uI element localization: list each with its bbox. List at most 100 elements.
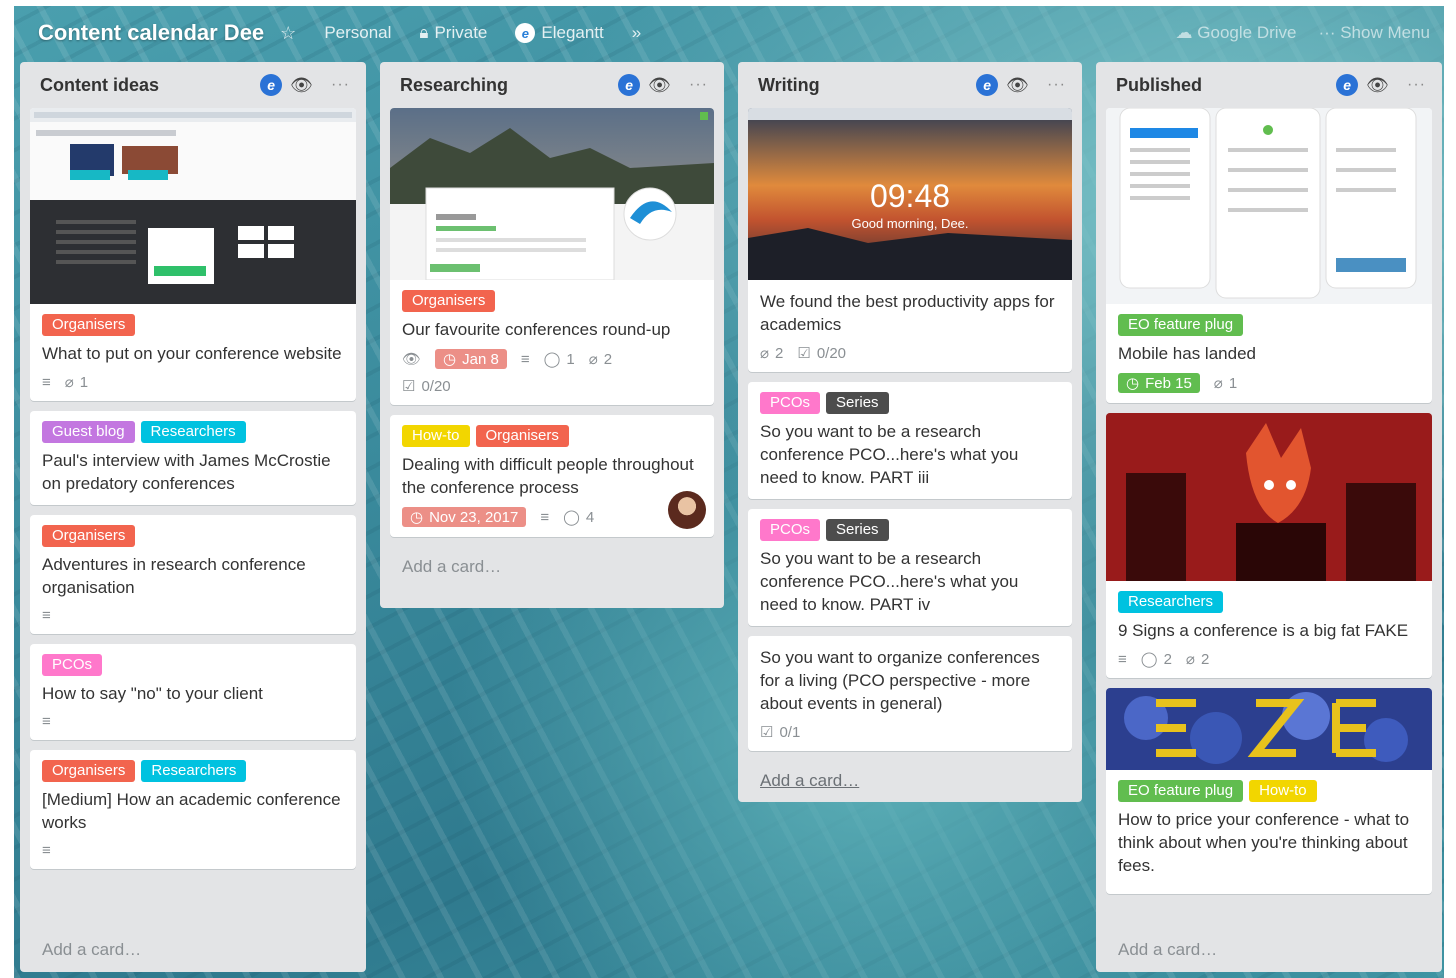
attachment-count: 2 xyxy=(775,344,784,362)
label-organisers: Organisers xyxy=(42,760,136,782)
list-published: Published e 👁︎ ··· EO feature plug Mobil… xyxy=(1096,62,1442,972)
description-icon: ≡ xyxy=(540,508,550,526)
visibility-button[interactable]: 🔒︎ Private xyxy=(419,23,487,43)
list-menu-icon[interactable]: ··· xyxy=(331,76,350,94)
comments-badge: ◯ 1 xyxy=(543,350,575,369)
description-icon: ≡ xyxy=(42,842,51,859)
checklist-badge: ☑ 0/20 xyxy=(797,344,847,363)
card[interactable]: PCOs Series So you want to be a research… xyxy=(748,382,1072,499)
comments-badge: ◯ 4 xyxy=(563,508,594,527)
elegantt-icon[interactable]: e xyxy=(976,74,999,96)
card-title: Dealing with difficult people throughout… xyxy=(402,455,694,497)
list-menu-icon[interactable]: ··· xyxy=(1407,76,1426,94)
lock-icon: 🔒︎ xyxy=(419,23,429,42)
paperclip-icon: ⌀ xyxy=(760,345,770,362)
add-card-button[interactable]: Add a card… xyxy=(390,547,714,589)
card[interactable]: EO feature plug Mobile has landed ◷ Feb 1… xyxy=(1106,108,1432,403)
elegantt-icon[interactable]: e xyxy=(1336,74,1359,96)
list-writing: Writing e 👁︎ ··· 09:48 Good morning, Dee… xyxy=(738,62,1082,802)
label-how-to: How-to xyxy=(402,425,470,447)
checkbox-icon: ☑ xyxy=(797,345,811,362)
label-researchers: Researchers xyxy=(141,760,247,782)
cover-clock: 09:48 xyxy=(869,178,951,214)
description-icon: ≡ xyxy=(42,373,51,391)
attachment-count: 2 xyxy=(1200,650,1210,668)
due-date-badge[interactable]: ◷ Nov 23, 2017 xyxy=(402,507,527,527)
card[interactable]: How-to Organisers Dealing with difficult… xyxy=(390,415,714,537)
card-title: Our favourite conferences round-up xyxy=(402,320,671,339)
description-icon: ≡ xyxy=(520,350,530,368)
elegantt-icon[interactable]: e xyxy=(260,74,283,96)
label-series: Series xyxy=(826,519,889,541)
card-title: Adventures in research conference organi… xyxy=(42,555,306,597)
due-date: Feb 15 xyxy=(1145,374,1192,392)
visibility-label: Private xyxy=(434,23,488,42)
comment-icon: ◯ xyxy=(543,351,561,368)
star-icon[interactable]: ☆ xyxy=(280,23,296,44)
elegantt-button[interactable]: e Elegantt xyxy=(515,23,604,43)
attachment-count: 2 xyxy=(603,350,613,368)
label-researchers: Researchers xyxy=(140,421,246,443)
card[interactable]: PCOs Series So you want to be a research… xyxy=(748,509,1072,626)
due-date-badge[interactable]: ◷ Feb 15 xyxy=(1118,373,1200,393)
comment-count: 2 xyxy=(1163,650,1172,668)
checklist-badge: ☑ 0/20 xyxy=(402,377,451,396)
card[interactable]: Organisers What to put on your conferenc… xyxy=(30,108,356,401)
comments-badge: ◯ 2 xyxy=(1141,650,1172,669)
add-card-button[interactable]: Add a card… xyxy=(748,761,1072,803)
card[interactable]: Organisers Researchers [Medium] How an a… xyxy=(30,750,356,869)
list-menu-icon[interactable]: ··· xyxy=(1047,76,1066,94)
card[interactable]: Organisers Our favourite conferences rou… xyxy=(390,108,714,405)
label-how-to: How-to xyxy=(1249,780,1317,802)
card[interactable]: PCOs How to say "no" to your client ≡ xyxy=(30,644,356,740)
label-eo-feature-plug: EO feature plug xyxy=(1118,314,1244,336)
card[interactable]: EO feature plug How-to How to price your… xyxy=(1106,688,1432,894)
card-title: What to put on your conference website xyxy=(42,344,342,363)
eye-icon[interactable]: 👁︎ xyxy=(648,75,671,96)
list-title[interactable]: Content ideas xyxy=(40,75,159,96)
google-drive-button[interactable]: ☁ Google Drive xyxy=(1176,23,1297,43)
description-icon: ≡ xyxy=(42,607,51,624)
attachment-badge: ⌀ 2 xyxy=(760,344,784,363)
list-title[interactable]: Researching xyxy=(400,75,508,96)
add-card-button[interactable]: Add a card… xyxy=(30,930,153,972)
paperclip-icon: ⌀ xyxy=(1213,375,1223,392)
card-cover-image xyxy=(1106,108,1432,304)
add-card-button[interactable]: Add a card… xyxy=(1106,930,1432,972)
eye-icon[interactable]: 👁︎ xyxy=(1006,75,1029,96)
card[interactable]: Guest blog Researchers Paul's interview … xyxy=(30,411,356,505)
label-pcos: PCOs xyxy=(760,519,821,541)
team-button[interactable]: Personal xyxy=(324,23,391,43)
attachment-badge: ⌀ 1 xyxy=(65,373,88,392)
list-title[interactable]: Writing xyxy=(758,75,820,96)
label-organisers: Organisers xyxy=(402,290,496,312)
checklist-badge: ☑ 0/1 xyxy=(760,723,800,742)
card-title: 9 Signs a conference is a big fat FAKE xyxy=(1118,621,1409,640)
list-menu-icon[interactable]: ··· xyxy=(689,76,708,94)
label-series: Series xyxy=(826,392,889,414)
elegantt-icon[interactable]: e xyxy=(618,74,641,96)
due-date-badge[interactable]: ◷ Jan 8 xyxy=(435,349,507,369)
card-title: [Medium] How an academic conference work… xyxy=(42,790,341,832)
card[interactable]: Researchers 9 Signs a conference is a bi… xyxy=(1106,413,1432,678)
card[interactable]: Organisers Adventures in research confer… xyxy=(30,515,356,634)
chevrons-right-icon[interactable]: » xyxy=(632,23,641,43)
due-date: Jan 8 xyxy=(462,350,499,368)
board-title[interactable]: Content calendar Dee xyxy=(38,20,264,46)
due-date: Nov 23, 2017 xyxy=(429,508,519,526)
card[interactable]: So you want to organize conferences for … xyxy=(748,636,1072,751)
member-avatar[interactable] xyxy=(668,491,706,529)
eye-icon[interactable]: 👁︎ xyxy=(290,75,313,96)
google-drive-label: Google Drive xyxy=(1197,23,1297,42)
list-title[interactable]: Published xyxy=(1116,75,1202,96)
checkbox-icon: ☑ xyxy=(760,724,774,741)
comment-count: 1 xyxy=(566,350,575,368)
card[interactable]: 09:48 Good morning, Dee. We found the be… xyxy=(748,108,1072,372)
checklist-count: 0/20 xyxy=(816,344,847,362)
attachment-badge: ⌀ 2 xyxy=(1185,650,1210,669)
eye-icon[interactable]: 👁︎ xyxy=(1366,75,1389,96)
paperclip-icon: ⌀ xyxy=(1185,651,1195,668)
card-title: Mobile has landed xyxy=(1118,344,1256,363)
show-menu-button[interactable]: ··· Show Menu xyxy=(1319,23,1431,43)
card-cover-image: 09:48 Good morning, Dee. xyxy=(748,108,1072,280)
